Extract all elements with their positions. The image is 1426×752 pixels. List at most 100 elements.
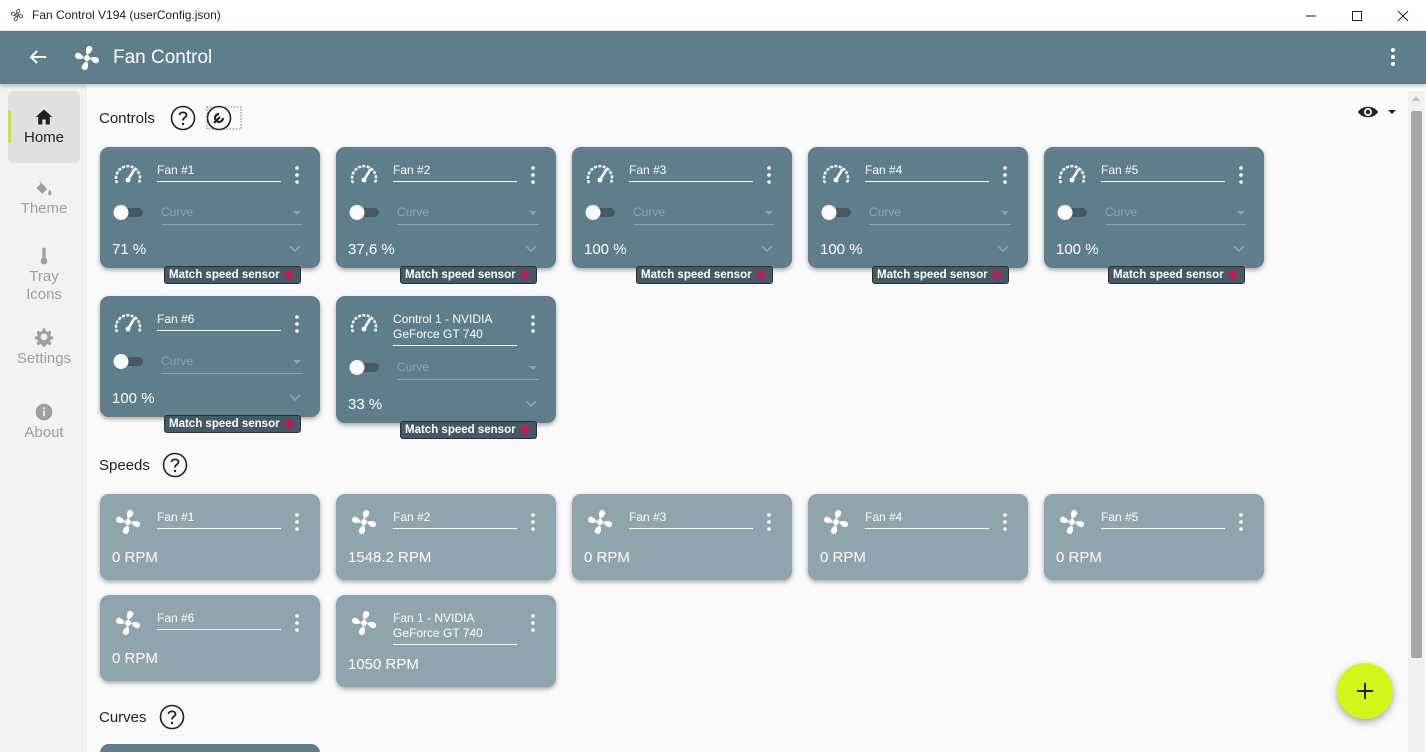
controls-title: Controls: [99, 110, 155, 127]
match-speed-sensor-button[interactable]: Match speed sensor: [872, 266, 1009, 284]
more-vert-icon[interactable]: [526, 512, 540, 532]
control-card[interactable]: Fan #3 Curve 100 %: [572, 147, 792, 268]
chevron-down-icon[interactable]: [524, 241, 538, 255]
control-card[interactable]: Fan #2 Curve 37,6 %: [336, 147, 556, 268]
match-speed-sensor-button[interactable]: Match speed sensor: [400, 421, 537, 439]
control-value: 37,6 %: [348, 241, 395, 258]
more-vert-icon[interactable]: [290, 613, 304, 633]
enable-toggle[interactable]: [585, 204, 617, 220]
speed-name[interactable]: Fan #2: [393, 510, 517, 529]
curve-select[interactable]: Curve: [161, 205, 303, 225]
enable-toggle[interactable]: [1057, 204, 1089, 220]
scrollbar-thumb[interactable]: [1411, 111, 1422, 658]
speed-name[interactable]: Fan #1: [157, 510, 281, 529]
more-vert-icon[interactable]: [762, 165, 776, 185]
scroll-up-icon[interactable]: [1412, 96, 1420, 101]
speed-card[interactable]: Fan #1 0 RPM: [100, 494, 320, 580]
sidebar-item-home[interactable]: Home: [8, 91, 80, 163]
help-icon[interactable]: [162, 452, 188, 478]
curve-select[interactable]: Curve: [397, 205, 539, 225]
more-vert-icon[interactable]: [762, 512, 776, 532]
control-name[interactable]: Fan #4: [865, 163, 989, 182]
sidebar-item-tray-icons[interactable]: Tray Icons: [8, 246, 80, 304]
match-speed-sensor-button[interactable]: Match speed sensor: [1108, 266, 1245, 284]
control-card[interactable]: Fan #1 Curve 71 %: [100, 147, 320, 268]
match-speed-sensor-button[interactable]: Match speed sensor: [400, 266, 537, 284]
chevron-down-icon[interactable]: [288, 241, 302, 255]
enable-toggle[interactable]: [349, 204, 381, 220]
speed-card[interactable]: Fan #5 0 RPM: [1044, 494, 1264, 580]
control-name[interactable]: Fan #2: [393, 163, 517, 182]
more-vert-icon[interactable]: [526, 613, 540, 633]
match-speed-sensor-button[interactable]: Match speed sensor: [164, 415, 301, 433]
curve-card[interactable]: [100, 744, 320, 752]
curve-select[interactable]: Curve: [161, 354, 303, 374]
curve-select[interactable]: Curve: [1105, 205, 1247, 225]
speed-name[interactable]: Fan #5: [1101, 510, 1225, 529]
fan-icon: [351, 509, 377, 535]
control-name[interactable]: Fan #3: [629, 163, 753, 182]
chevron-down-icon[interactable]: [760, 241, 774, 255]
more-vert-icon[interactable]: [526, 314, 540, 334]
control-card[interactable]: Fan #6 Curve 100 %: [100, 296, 320, 417]
more-vert-icon[interactable]: [998, 512, 1012, 532]
close-button[interactable]: [1380, 0, 1426, 31]
curve-select[interactable]: Curve: [397, 360, 539, 380]
curve-select[interactable]: Curve: [633, 205, 775, 225]
sidebar-item-settings[interactable]: Settings: [8, 328, 80, 368]
control-name[interactable]: Fan #6: [157, 312, 281, 331]
more-vert-icon[interactable]: [1234, 165, 1248, 185]
plus-icon: [755, 269, 767, 281]
speed-card[interactable]: Fan 1 - NVIDIA GeForce GT 740 1050 RPM: [336, 595, 556, 687]
sidebar-item-theme[interactable]: Theme: [8, 178, 80, 218]
vertical-scrollbar[interactable]: [1408, 91, 1425, 752]
help-icon[interactable]: [159, 704, 185, 730]
control-card[interactable]: Fan #5 Curve 100 %: [1044, 147, 1264, 268]
more-vert-icon[interactable]: [290, 314, 304, 334]
more-vert-icon[interactable]: [290, 165, 304, 185]
gauge-icon: [586, 165, 614, 184]
badge-label: Match speed sensor: [877, 269, 988, 281]
wrench-icon[interactable]: [206, 105, 242, 131]
visibility-dropdown-icon[interactable]: [1356, 102, 1402, 122]
speed-card[interactable]: Fan #4 0 RPM: [808, 494, 1028, 580]
match-speed-sensor-button[interactable]: Match speed sensor: [164, 266, 301, 284]
speed-card[interactable]: Fan #2 1548.2 RPM: [336, 494, 556, 580]
more-vert-icon[interactable]: [1234, 512, 1248, 532]
minimize-button[interactable]: [1288, 0, 1334, 31]
more-vert-icon[interactable]: [526, 165, 540, 185]
speed-card[interactable]: Fan #3 0 RPM: [572, 494, 792, 580]
back-arrow-icon[interactable]: [26, 45, 50, 69]
match-speed-sensor-button[interactable]: Match speed sensor: [636, 266, 773, 284]
curve-select[interactable]: Curve: [869, 205, 1011, 225]
speed-name[interactable]: Fan #4: [865, 510, 989, 529]
control-name[interactable]: Control 1 - NVIDIA GeForce GT 740: [393, 312, 517, 346]
chevron-down-icon[interactable]: [524, 396, 538, 410]
add-button[interactable]: [1337, 663, 1393, 719]
more-vert-icon[interactable]: [998, 165, 1012, 185]
more-vert-icon[interactable]: [1381, 45, 1405, 69]
enable-toggle[interactable]: [113, 353, 145, 369]
chevron-down-icon[interactable]: [1232, 241, 1246, 255]
control-card[interactable]: Control 1 - NVIDIA GeForce GT 740 Curve 33…: [336, 296, 556, 423]
chevron-down-icon[interactable]: [996, 241, 1010, 255]
speed-card[interactable]: Fan #6 0 RPM: [100, 595, 320, 681]
maximize-button[interactable]: [1334, 0, 1380, 31]
app-title: Fan Control: [113, 47, 213, 68]
speed-name[interactable]: Fan #3: [629, 510, 753, 529]
speed-value: 0 RPM: [820, 549, 866, 566]
speeds-title: Speeds: [99, 457, 150, 474]
enable-toggle[interactable]: [113, 204, 145, 220]
more-vert-icon[interactable]: [290, 512, 304, 532]
control-name[interactable]: Fan #5: [1101, 163, 1225, 182]
sidebar-item-about[interactable]: About: [8, 402, 80, 442]
enable-toggle[interactable]: [349, 359, 381, 375]
enable-toggle[interactable]: [821, 204, 853, 220]
control-card[interactable]: Fan #4 Curve 100 %: [808, 147, 1028, 268]
chevron-down-icon[interactable]: [288, 390, 302, 404]
speed-name[interactable]: Fan 1 - NVIDIA GeForce GT 740: [393, 611, 517, 645]
app-header: Fan Control: [0, 31, 1426, 84]
control-name[interactable]: Fan #1: [157, 163, 281, 182]
help-icon[interactable]: [170, 105, 196, 131]
speed-name[interactable]: Fan #6: [157, 611, 281, 630]
